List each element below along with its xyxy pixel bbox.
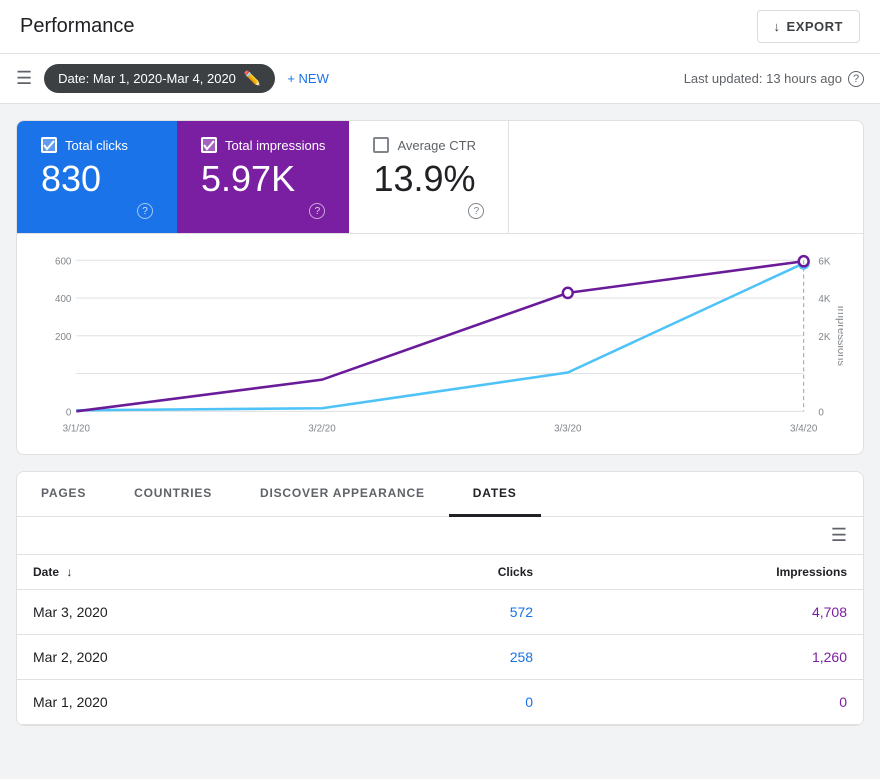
edit-icon: ✏️	[244, 70, 261, 87]
cell-impressions: 0	[549, 680, 863, 725]
filter-icon[interactable]: ☰	[16, 68, 32, 89]
total-clicks-value: 830	[41, 161, 153, 197]
chart-svg: 600 400 200 0 Clicks 6K 4K 2K 0 Impressi…	[37, 250, 843, 444]
total-impressions-tile[interactable]: Total impressions 5.97K ?	[177, 121, 349, 233]
col-header-impressions: Impressions	[549, 555, 863, 590]
last-updated-help-icon[interactable]: ?	[848, 71, 864, 87]
svg-text:4K: 4K	[818, 294, 830, 305]
average-ctr-value: 13.9%	[373, 161, 484, 197]
svg-text:3/1/20: 3/1/20	[63, 424, 91, 435]
svg-text:6K: 6K	[818, 256, 830, 267]
svg-text:0: 0	[66, 407, 72, 418]
filter-rows-icon[interactable]: ☰	[831, 525, 847, 546]
table-toolbar: ☰	[17, 517, 863, 555]
top-bar: Performance ↓ EXPORT	[0, 0, 880, 54]
svg-text:400: 400	[55, 294, 72, 305]
new-filter-button[interactable]: + NEW	[287, 71, 329, 86]
total-impressions-value: 5.97K	[201, 161, 325, 197]
table-row: Mar 3, 20205724,708	[17, 590, 863, 635]
svg-text:3/4/20: 3/4/20	[790, 424, 818, 435]
total-clicks-help[interactable]: ?	[137, 203, 153, 219]
last-updated-label: Last updated: 13 hours ago ?	[684, 71, 864, 87]
average-ctr-checkbox[interactable]	[373, 137, 389, 153]
svg-text:600: 600	[55, 256, 72, 267]
table-row: Mar 1, 202000	[17, 680, 863, 725]
svg-text:3/3/20: 3/3/20	[554, 424, 582, 435]
tab-pages[interactable]: PAGES	[17, 472, 110, 517]
cell-date: Mar 2, 2020	[17, 635, 343, 680]
page-title: Performance	[20, 15, 135, 38]
chart-area: 600 400 200 0 Clicks 6K 4K 2K 0 Impressi…	[17, 234, 863, 454]
tab-dates[interactable]: DATES	[449, 472, 541, 517]
cell-clicks: 258	[343, 635, 549, 680]
svg-text:200: 200	[55, 332, 72, 343]
cell-clicks: 572	[343, 590, 549, 635]
total-impressions-help[interactable]: ?	[309, 203, 325, 219]
metrics-row: Total clicks 830 ? Total impressions 5.9…	[17, 121, 863, 234]
date-range-chip[interactable]: Date: Mar 1, 2020-Mar 4, 2020 ✏️	[44, 64, 275, 93]
col-header-clicks: Clicks	[343, 555, 549, 590]
svg-text:2K: 2K	[818, 332, 830, 343]
cell-clicks: 0	[343, 680, 549, 725]
total-clicks-tile[interactable]: Total clicks 830 ?	[17, 121, 177, 233]
svg-text:0: 0	[818, 407, 824, 418]
svg-text:3/2/20: 3/2/20	[308, 424, 336, 435]
average-ctr-tile[interactable]: Average CTR 13.9% ?	[349, 121, 509, 233]
filter-bar: ☰ Date: Mar 1, 2020-Mar 4, 2020 ✏️ + NEW…	[0, 54, 880, 104]
table-row: Mar 2, 20202581,260	[17, 635, 863, 680]
col-header-date[interactable]: Date ↓	[17, 555, 343, 590]
main-content: Total clicks 830 ? Total impressions 5.9…	[0, 104, 880, 742]
cell-impressions: 4,708	[549, 590, 863, 635]
sort-icon: ↓	[66, 565, 72, 579]
table-header-row: Date ↓ Clicks Impressions	[17, 555, 863, 590]
total-impressions-checkbox[interactable]	[201, 137, 217, 153]
cell-date: Mar 3, 2020	[17, 590, 343, 635]
export-button[interactable]: ↓ EXPORT	[757, 10, 860, 43]
total-clicks-checkbox[interactable]	[41, 137, 57, 153]
total-clicks-label: Total clicks	[65, 138, 128, 153]
download-icon: ↓	[774, 19, 781, 34]
tab-discover[interactable]: DISCOVER APPEARANCE	[236, 472, 449, 517]
cell-date: Mar 1, 2020	[17, 680, 343, 725]
empty-metric-tile	[509, 121, 863, 233]
table-card: PAGES COUNTRIES DISCOVER APPEARANCE DATE…	[16, 471, 864, 726]
svg-text:Impressions: Impressions	[835, 306, 843, 367]
tabs-row: PAGES COUNTRIES DISCOVER APPEARANCE DATE…	[17, 472, 863, 517]
total-impressions-label: Total impressions	[225, 138, 325, 153]
tab-countries[interactable]: COUNTRIES	[110, 472, 236, 517]
average-ctr-label: Average CTR	[397, 138, 476, 153]
cell-impressions: 1,260	[549, 635, 863, 680]
average-ctr-help[interactable]: ?	[468, 203, 484, 219]
chart-card: Total clicks 830 ? Total impressions 5.9…	[16, 120, 864, 455]
data-table: Date ↓ Clicks Impressions Mar 3, 2020572…	[17, 555, 863, 725]
